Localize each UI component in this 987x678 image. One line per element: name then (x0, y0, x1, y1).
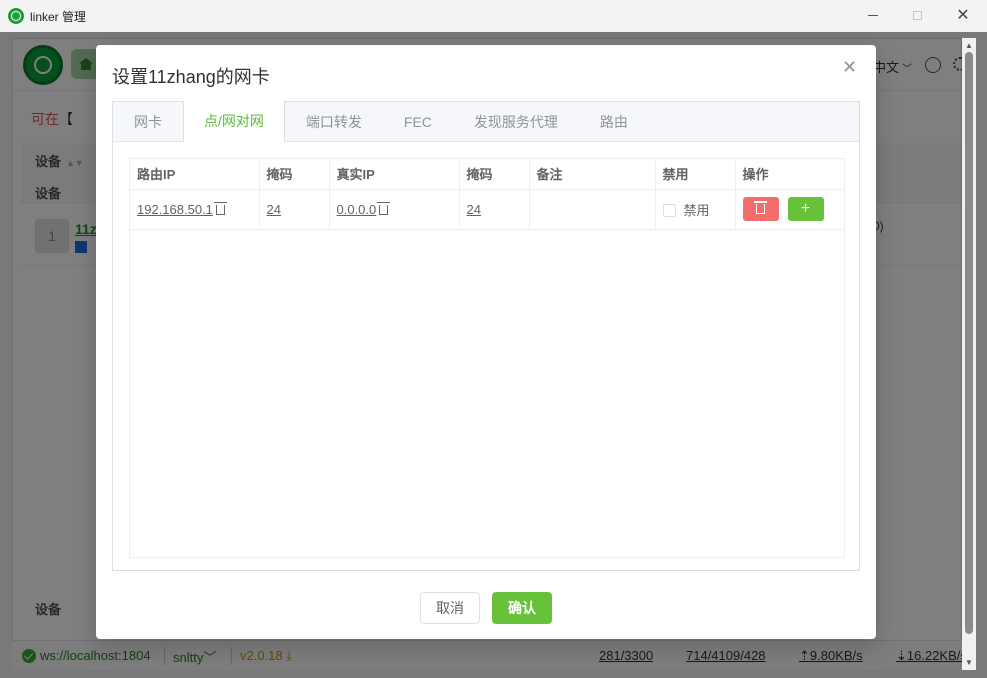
trash-icon (753, 201, 767, 214)
disable-checkbox[interactable] (662, 203, 676, 217)
route-ip-link[interactable]: 192.168.50.1 (137, 202, 213, 217)
close-icon: ✕ (956, 7, 970, 24)
window-titlebar: linker 管理 ✕ (0, 0, 987, 32)
cell-real-ip: 0.0.0.0 (329, 189, 460, 230)
tab-nic[interactable]: 网卡 (113, 102, 183, 142)
cell-disable: 禁用 (655, 189, 736, 230)
lan-table: 路由IP 掩码 真实IP 掩码 备注 禁用 操作 192.168.50.1 24… (129, 158, 845, 558)
window-title: linker 管理 (30, 10, 87, 24)
disable-label: 禁用 (683, 202, 710, 218)
cell-mask: 24 (259, 189, 330, 230)
scroll-down-icon[interactable]: ▼ (965, 658, 973, 667)
minimize-button[interactable] (858, 4, 888, 26)
delete-route-ip-icon[interactable] (213, 201, 227, 215)
tabs-header: 网卡 点/网对网 端口转发 FEC 发现服务代理 路由 (113, 101, 859, 142)
table-row: 192.168.50.1 24 0.0.0.0 24 禁用 + (130, 189, 844, 230)
tab-discovery-proxy[interactable]: 发现服务代理 (453, 102, 579, 142)
real-ip-link[interactable]: 0.0.0.0 (337, 202, 377, 217)
maximize-icon (912, 10, 922, 20)
scroll-up-icon[interactable]: ▲ (965, 41, 973, 50)
cell-actions: + (735, 189, 844, 230)
cancel-button[interactable]: 取消 (420, 592, 480, 624)
cell-mask-2: 24 (459, 189, 530, 230)
dialog-close-icon[interactable]: ✕ (842, 57, 857, 78)
scrollbar-thumb[interactable] (965, 52, 973, 634)
confirm-button[interactable]: 确认 (492, 592, 552, 624)
header-actions: 操作 (735, 159, 844, 190)
mask-link[interactable]: 24 (267, 202, 281, 217)
app-logo-icon (8, 8, 24, 24)
add-row-button[interactable]: + (787, 197, 824, 221)
cell-route-ip: 192.168.50.1 (130, 189, 260, 230)
header-route-ip: 路由IP (130, 159, 260, 190)
vertical-scrollbar[interactable]: ▲ ▼ (962, 38, 976, 670)
close-window-button[interactable]: ✕ (948, 4, 978, 26)
header-real-ip: 真实IP (329, 159, 460, 190)
maximize-button[interactable] (902, 4, 932, 26)
header-disable: 禁用 (655, 159, 736, 190)
header-mask-2: 掩码 (459, 159, 530, 190)
plus-icon: + (800, 200, 811, 217)
nic-settings-dialog: 设置11zhang的网卡 ✕ 网卡 点/网对网 端口转发 FEC 发现服务代理 … (96, 45, 876, 639)
tab-port-forward[interactable]: 端口转发 (285, 102, 383, 142)
tab-p2p-lan[interactable]: 点/网对网 (183, 101, 285, 142)
cell-note[interactable] (529, 189, 656, 230)
mask-2-link[interactable]: 24 (467, 202, 481, 217)
settings-tabs: 网卡 点/网对网 端口转发 FEC 发现服务代理 路由 路由IP 掩码 真实IP… (112, 101, 860, 571)
minimize-icon (868, 14, 878, 16)
dialog-title: 设置11zhang的网卡 (112, 67, 270, 87)
table-header-row: 路由IP 掩码 真实IP 掩码 备注 禁用 操作 (130, 159, 844, 190)
tab-routes[interactable]: 路由 (579, 102, 649, 142)
header-note: 备注 (529, 159, 656, 190)
tab-fec[interactable]: FEC (383, 102, 453, 142)
header-mask: 掩码 (259, 159, 330, 190)
delete-row-button[interactable] (742, 197, 779, 221)
delete-real-ip-icon[interactable] (377, 201, 391, 215)
